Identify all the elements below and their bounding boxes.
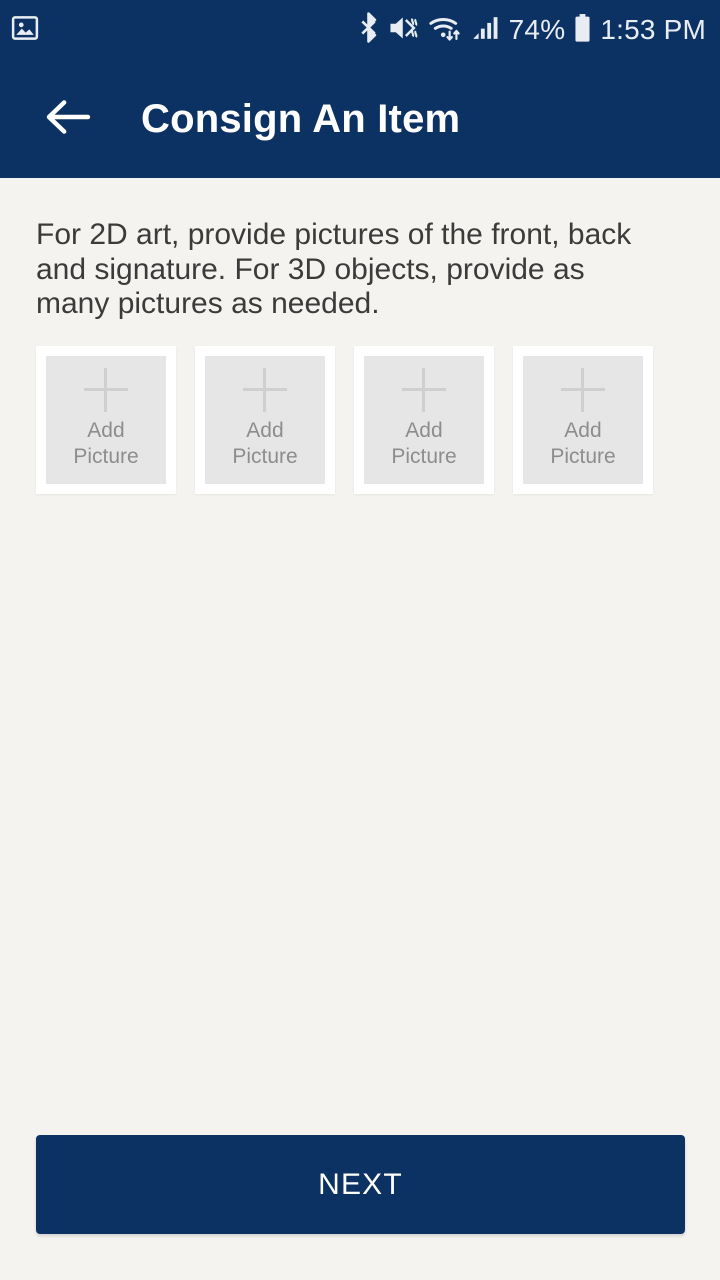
add-picture-label: Add Picture xyxy=(232,419,298,468)
status-bar: 74% 1:53 PM xyxy=(0,0,720,60)
picture-slot-list: Add Picture Add Picture Add Picture Add … xyxy=(36,345,684,494)
plus-icon xyxy=(402,368,446,413)
instructions-text: For 2D art, provide pictures of the fron… xyxy=(36,218,632,320)
add-picture-slot-2[interactable]: Add Picture xyxy=(195,345,335,494)
add-picture-label: Add Picture xyxy=(73,419,139,468)
bluetooth-icon xyxy=(358,12,379,48)
add-picture-slot-3[interactable]: Add Picture xyxy=(354,345,494,494)
add-picture-label: Add Picture xyxy=(391,419,457,468)
clock-label: 1:53 PM xyxy=(600,14,706,45)
page-title: Consign An Item xyxy=(141,97,461,141)
next-button[interactable]: NEXT xyxy=(36,1135,685,1234)
image-icon xyxy=(10,13,40,48)
add-picture-slot-inner: Add Picture xyxy=(364,355,484,484)
wifi-transfer-icon xyxy=(429,14,463,47)
footer-actions: NEXT xyxy=(36,1135,685,1234)
battery-percent-label: 74% xyxy=(508,14,566,45)
status-bar-notifications xyxy=(10,13,40,48)
cellular-signal-icon xyxy=(472,14,500,47)
add-picture-slot-inner: Add Picture xyxy=(46,355,166,484)
back-button[interactable] xyxy=(40,91,96,147)
battery-icon xyxy=(574,13,591,48)
plus-icon xyxy=(243,368,287,413)
status-bar-indicators: 74% 1:53 PM xyxy=(358,12,706,48)
add-picture-slot-4[interactable]: Add Picture xyxy=(513,345,653,494)
add-picture-slot-1[interactable]: Add Picture xyxy=(36,345,176,494)
plus-icon xyxy=(84,368,128,413)
arrow-left-icon xyxy=(45,98,91,141)
add-picture-label: Add Picture xyxy=(550,419,616,468)
main-content: For 2D art, provide pictures of the fron… xyxy=(0,178,720,1280)
add-picture-slot-inner: Add Picture xyxy=(523,355,643,484)
app-screen: 74% 1:53 PM Consign An Item For 2D art, … xyxy=(0,0,720,1280)
plus-icon xyxy=(561,368,605,413)
app-bar: Consign An Item xyxy=(0,60,720,178)
add-picture-slot-inner: Add Picture xyxy=(205,355,325,484)
mute-vibrate-icon xyxy=(388,14,420,47)
